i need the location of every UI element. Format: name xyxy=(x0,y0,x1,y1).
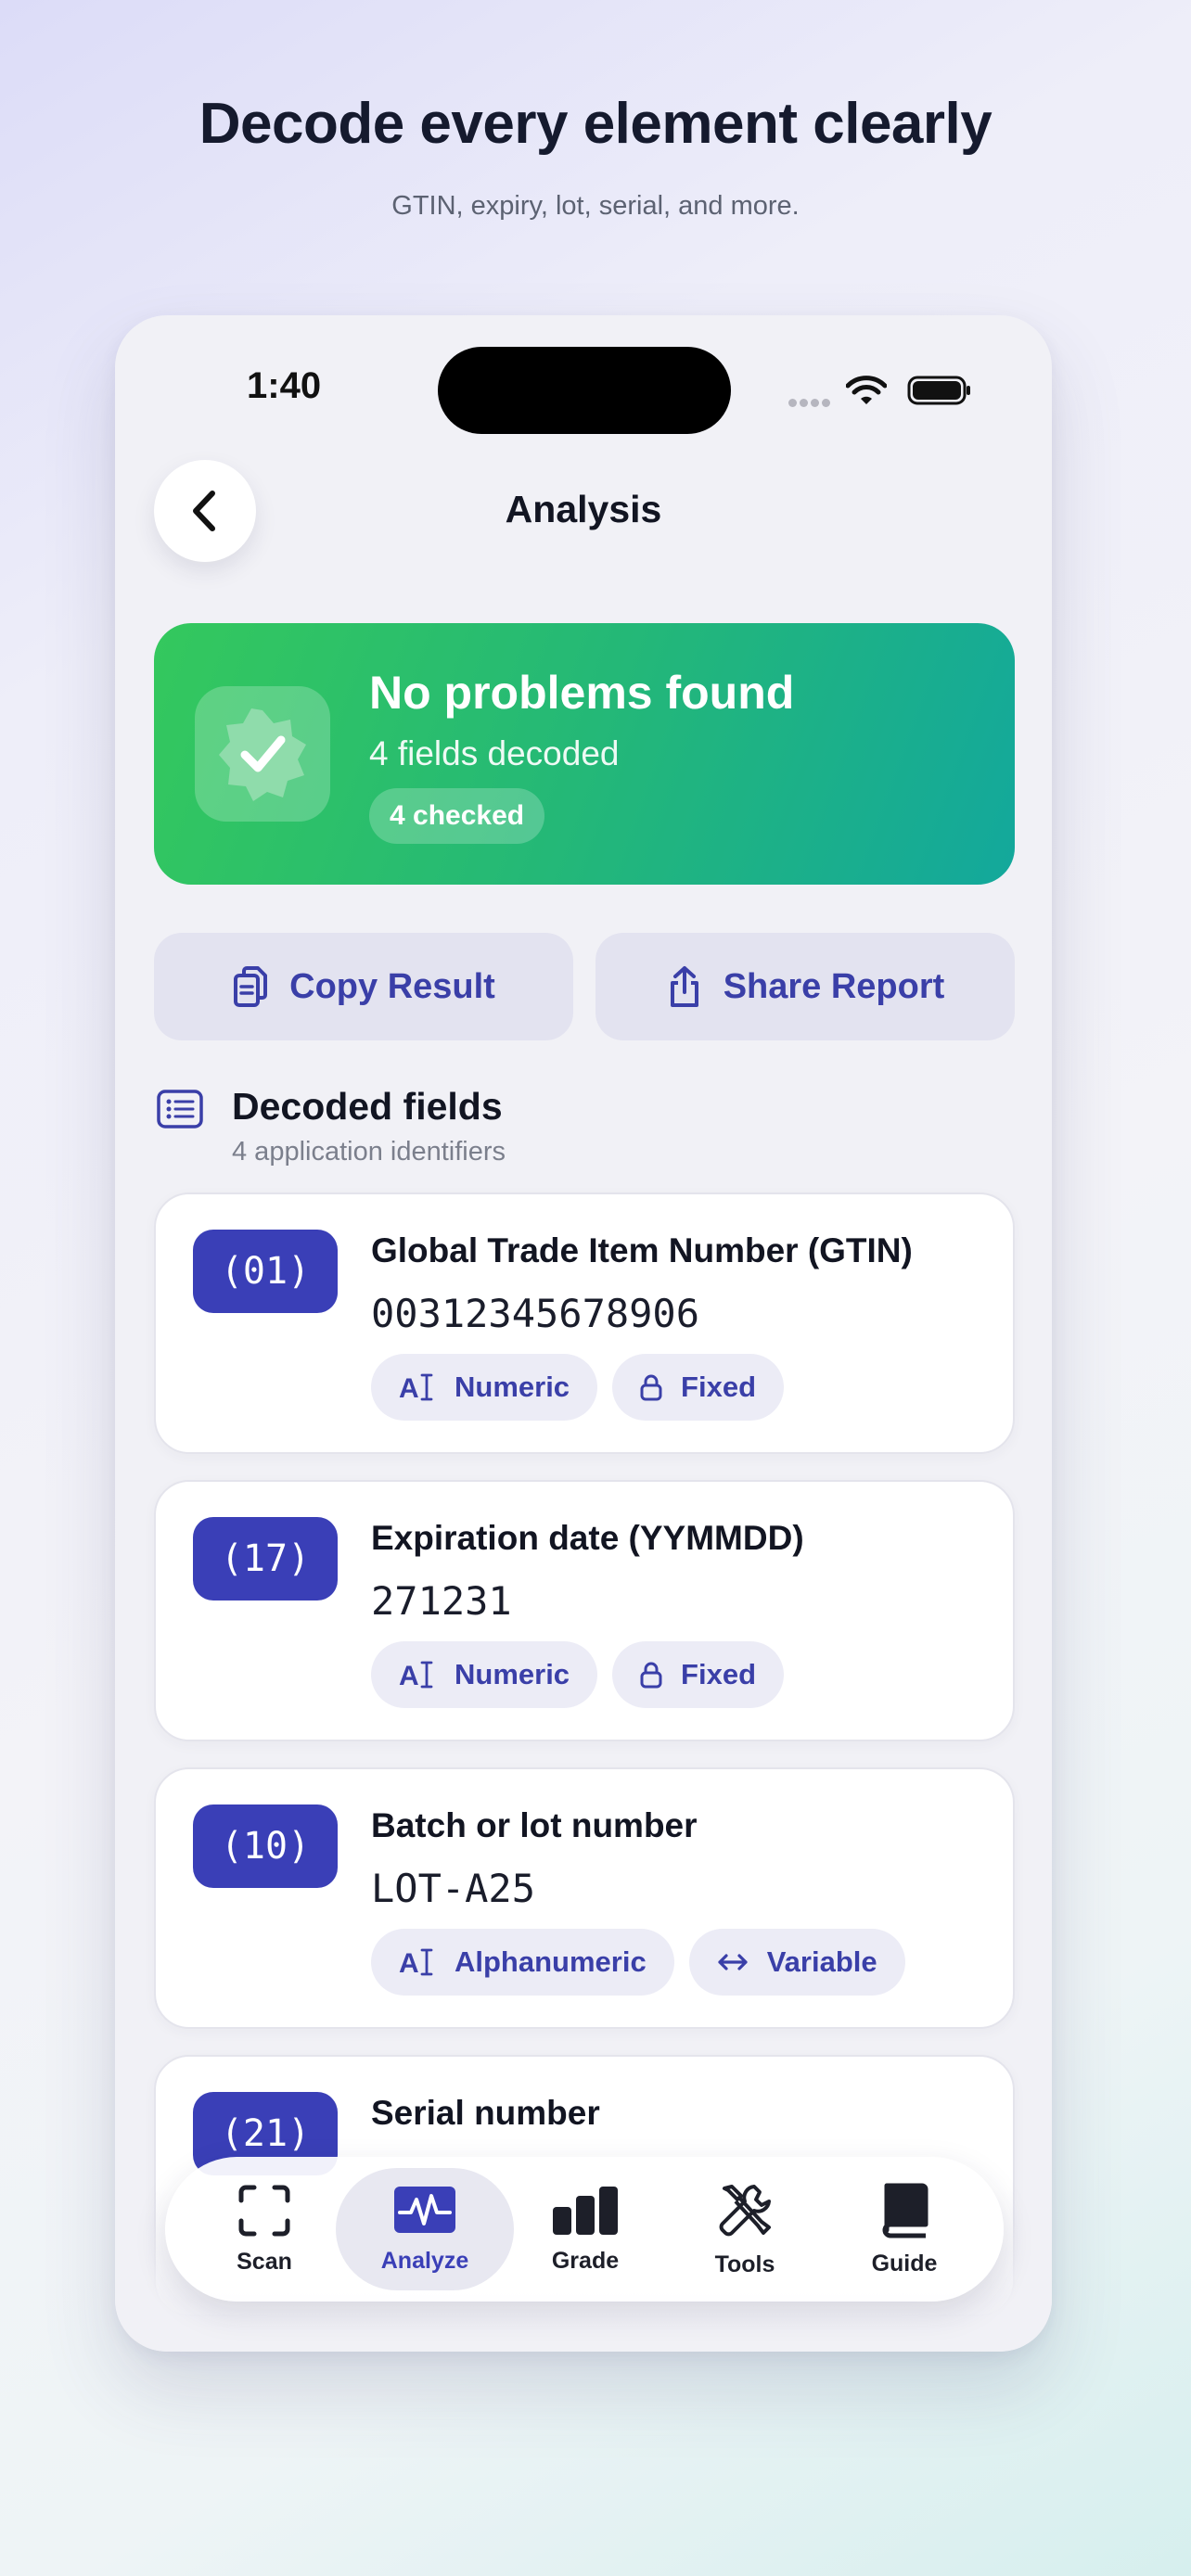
tab-scan[interactable]: Scan xyxy=(181,2157,348,2302)
section-subtitle: 4 application identifiers xyxy=(232,1137,506,1167)
bar-chart-icon xyxy=(553,2186,618,2235)
tab-tools[interactable]: Tools xyxy=(661,2157,828,2302)
field-value: 271231 xyxy=(371,1578,512,1624)
field-value: 00312345678906 xyxy=(371,1291,700,1336)
banner-subtitle: 4 fields decoded xyxy=(369,734,620,772)
length-tag-label: Fixed xyxy=(681,1658,757,1690)
share-report-button[interactable]: Share Report xyxy=(596,933,1015,1040)
text-cursor-icon: A xyxy=(399,1661,433,1690)
promo-subhead: GTIN, expiry, lot, serial, and more. xyxy=(391,191,800,221)
tab-label: Scan xyxy=(237,2248,292,2275)
length-tag: Variable xyxy=(688,1929,905,1996)
verified-badge-icon xyxy=(219,708,306,801)
verified-badge xyxy=(195,686,330,822)
section-title: Decoded fields xyxy=(232,1085,503,1128)
svg-text:A: A xyxy=(399,1373,419,1403)
tab-label: Guide xyxy=(871,2250,938,2276)
share-icon xyxy=(670,966,698,1007)
phone-screen: 1:40 Analysis No problems found 4 fields… xyxy=(115,315,1052,2352)
status-banner: No problems found 4 fields decoded 4 che… xyxy=(154,623,1015,885)
book-icon xyxy=(882,2183,928,2238)
tab-label: Grade xyxy=(551,2247,620,2274)
field-value: LOT-A25 xyxy=(371,1866,536,1911)
ai-code-badge: (17) xyxy=(193,1517,338,1600)
copy-result-button[interactable]: Copy Result xyxy=(154,933,573,1040)
tools-icon xyxy=(719,2184,771,2236)
banner-title: No problems found xyxy=(369,667,795,719)
cellular-signal-icon xyxy=(788,395,833,412)
scan-frame-icon xyxy=(238,2185,290,2236)
lock-icon xyxy=(640,1374,662,1401)
length-tag: Fixed xyxy=(612,1641,785,1708)
ai-code-badge: (01) xyxy=(193,1230,338,1313)
field-title: Global Trade Item Number (GTIN) xyxy=(371,1231,913,1269)
length-tag-label: Fixed xyxy=(681,1371,757,1403)
wifi-icon xyxy=(846,376,887,404)
tab-guide[interactable]: Guide xyxy=(821,2157,988,2302)
tab-analyze[interactable]: Analyze xyxy=(341,2157,508,2302)
field-title: Batch or lot number xyxy=(371,1806,698,1844)
text-cursor-icon: A xyxy=(399,1948,433,1978)
type-tag-label: Alphanumeric xyxy=(455,1945,647,1978)
field-card[interactable]: (10) Batch or lot number LOT-A25 A Alpha… xyxy=(154,1767,1015,2029)
text-cursor-icon: A xyxy=(399,1373,433,1403)
length-tag-label: Variable xyxy=(766,1945,877,1978)
page-title: Analysis xyxy=(505,488,662,530)
tab-label: Tools xyxy=(714,2251,775,2277)
field-card[interactable]: (01) Global Trade Item Number (GTIN) 003… xyxy=(154,1192,1015,1454)
status-time: 1:40 xyxy=(247,365,322,406)
field-title: Expiration date (YYMMDD) xyxy=(371,1519,804,1557)
battery-icon xyxy=(907,376,970,405)
svg-text:A: A xyxy=(399,1661,419,1690)
copy-document-icon xyxy=(234,966,268,1007)
tab-label: Analyze xyxy=(380,2247,469,2274)
tab-grade[interactable]: Grade xyxy=(502,2157,669,2302)
checked-count-badge: 4 checked xyxy=(369,788,545,844)
type-tag: A Numeric xyxy=(371,1354,598,1421)
ai-code-badge: (10) xyxy=(193,1804,338,1888)
share-report-label: Share Report xyxy=(723,966,945,1006)
type-tag-label: Numeric xyxy=(455,1371,570,1403)
type-tag-label: Numeric xyxy=(455,1658,570,1690)
type-tag: A Numeric xyxy=(371,1641,598,1708)
waveform-icon xyxy=(394,2186,455,2233)
tab-bar: Scan Analyze Grade Tools Guide xyxy=(165,2157,1004,2302)
promo-headline: Decode every element clearly xyxy=(198,92,992,156)
field-card[interactable]: (17) Expiration date (YYMMDD) 271231 A N… xyxy=(154,1480,1015,1741)
dynamic-island xyxy=(438,347,731,434)
type-tag: A Alphanumeric xyxy=(371,1929,674,1996)
field-title: Serial number xyxy=(371,2094,600,2132)
arrows-horizontal-icon xyxy=(718,1954,748,1970)
length-tag: Fixed xyxy=(612,1354,785,1421)
lock-icon xyxy=(640,1662,662,1689)
list-icon xyxy=(157,1090,203,1129)
svg-text:A: A xyxy=(399,1948,419,1978)
copy-result-label: Copy Result xyxy=(289,966,495,1006)
